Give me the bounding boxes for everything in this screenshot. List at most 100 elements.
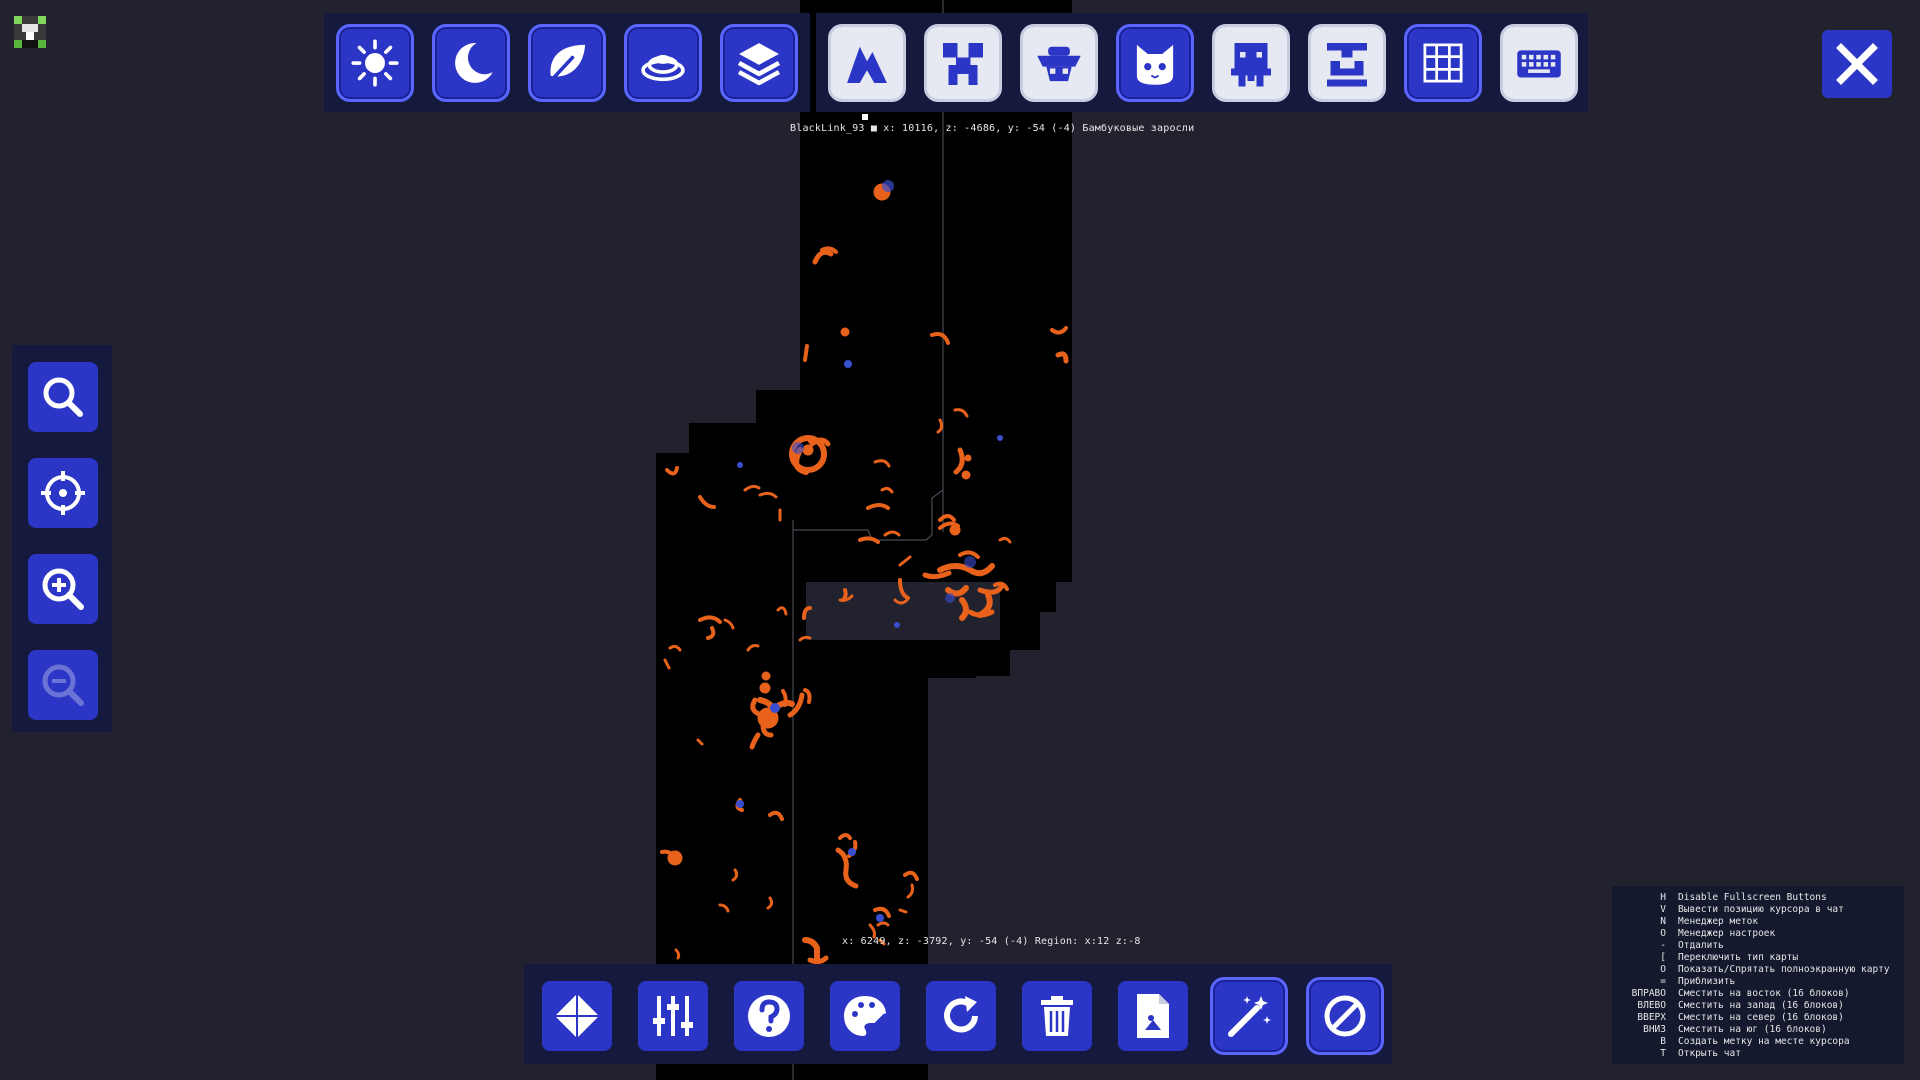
keybind-row: = Приблизить xyxy=(1616,976,1900,988)
zoom-in-button[interactable] xyxy=(28,554,98,624)
keybind-description: Disable Fullscreen Buttons xyxy=(1678,892,1827,903)
keybind-key: ВПРАВО xyxy=(1631,988,1666,999)
moon-icon xyxy=(455,43,493,83)
night-mode-button[interactable] xyxy=(432,24,510,102)
keybind-row: - Отдалить xyxy=(1616,940,1900,952)
keybind-description: Показать/Спрятать полноэкранную карту xyxy=(1678,964,1890,975)
close-button[interactable] xyxy=(1822,30,1892,98)
keybinds-button[interactable] xyxy=(1500,24,1578,102)
zoom-in-icon xyxy=(42,568,84,610)
keybind-legend: H Disable Fullscreen Buttons V Вывести пози… xyxy=(1612,886,1904,1064)
search-button[interactable] xyxy=(28,362,98,432)
sliders-icon xyxy=(653,996,693,1036)
passive-mobs-toggle-button[interactable] xyxy=(1020,24,1098,102)
layers-button[interactable] xyxy=(720,24,798,102)
hostile-mobs-toggle-button[interactable] xyxy=(924,24,1002,102)
keybind-key: V xyxy=(1660,904,1666,915)
keybind-key: B xyxy=(1660,1036,1666,1047)
pets-toggle-button[interactable] xyxy=(1116,24,1194,102)
keybind-description: Создать метку на месте курсора xyxy=(1678,1036,1850,1047)
auto-button[interactable] xyxy=(1210,977,1288,1055)
caves-toggle-button[interactable] xyxy=(828,24,906,102)
keybind-key: N xyxy=(1660,916,1666,927)
keybind-key: H xyxy=(1660,892,1666,903)
trash-icon xyxy=(1041,996,1073,1036)
keybind-row: ВЛЕВО Сместить на запад (16 блоков) xyxy=(1616,1000,1900,1012)
creeper-icon xyxy=(943,43,983,85)
keybind-description: Вывести позицию курсора в чат xyxy=(1678,904,1844,915)
export-icon xyxy=(1137,994,1169,1038)
grid-icon xyxy=(1423,43,1463,83)
biome-mode-button[interactable] xyxy=(528,24,606,102)
keybind-row: V Вывести позицию курсора в чат xyxy=(1616,904,1900,916)
zoom-out-icon xyxy=(42,664,84,706)
layers-icon xyxy=(737,43,781,86)
close-icon xyxy=(1836,43,1878,85)
disable-icon xyxy=(1324,995,1366,1037)
keybind-row: ВВЕРХ Сместить на север (16 блоков) xyxy=(1616,1012,1900,1024)
keybind-description: Сместить на север (16 блоков) xyxy=(1678,1012,1844,1023)
diamond-icon xyxy=(555,994,599,1038)
keybind-key: O xyxy=(1660,928,1666,939)
topography-icon xyxy=(641,54,685,82)
refresh-button[interactable] xyxy=(926,981,996,1051)
keybind-description: Переключить тип карты xyxy=(1678,952,1799,963)
waypoints-button[interactable] xyxy=(542,981,612,1051)
keybind-row: O Показать/Спрятать полноэкранную карту xyxy=(1616,964,1900,976)
villagers-toggle-button[interactable] xyxy=(1212,24,1290,102)
keybind-key: - xyxy=(1660,940,1666,951)
center-on-player-button[interactable] xyxy=(28,458,98,528)
crosshair-icon xyxy=(41,471,85,515)
keybind-description: Сместить на запад (16 блоков) xyxy=(1678,1000,1844,1011)
zoom-out-button[interactable] xyxy=(28,650,98,720)
keybind-row: O Менеджер настроек xyxy=(1616,928,1900,940)
keybind-row: H Disable Fullscreen Buttons xyxy=(1616,892,1900,904)
help-icon xyxy=(748,995,790,1037)
keybind-key: O xyxy=(1660,964,1666,975)
keybind-key: ВВЕРХ xyxy=(1637,1012,1666,1023)
cursor-position-label: x: 6249, z: -3792, y: -54 (-4) Region: x… xyxy=(842,936,1141,947)
topography-mode-button[interactable] xyxy=(624,24,702,102)
keybind-key: ВНИЗ xyxy=(1643,1024,1666,1035)
keybind-description: Отдалить xyxy=(1678,940,1724,951)
keybind-description: Приблизить xyxy=(1678,976,1736,987)
villager-icon xyxy=(1231,43,1271,87)
players-toggle-button[interactable] xyxy=(1308,24,1386,102)
disable-button[interactable] xyxy=(1306,977,1384,1055)
keybind-row: [ Переключить тип карты xyxy=(1616,952,1900,964)
player-head-icon xyxy=(14,16,46,48)
sheep-icon xyxy=(1037,46,1081,82)
keybind-row: N Менеджер меток xyxy=(1616,916,1900,928)
keybind-description: Сместить на юг (16 блоков) xyxy=(1678,1024,1827,1035)
settings-button[interactable] xyxy=(638,981,708,1051)
keybind-row: ВНИЗ Сместить на юг (16 блоков) xyxy=(1616,1024,1900,1036)
grid-toggle-button[interactable] xyxy=(1404,24,1482,102)
leaf-icon xyxy=(547,44,586,85)
day-mode-button[interactable] xyxy=(336,24,414,102)
player-marker xyxy=(862,114,868,120)
keybind-row: T Открыть чат xyxy=(1616,1048,1900,1060)
caves-icon xyxy=(847,46,887,83)
magic-wand-icon xyxy=(1228,996,1271,1037)
refresh-icon xyxy=(944,996,978,1033)
keybind-key: = xyxy=(1660,976,1666,987)
cat-icon xyxy=(1136,44,1174,85)
theme-button[interactable] xyxy=(830,981,900,1051)
keybind-key: ВЛЕВО xyxy=(1637,1000,1666,1011)
player-icon xyxy=(1327,43,1367,87)
search-icon xyxy=(43,377,83,417)
keybind-description: Сместить на восток (16 блоков) xyxy=(1678,988,1850,999)
keybind-description: Менеджер настроек xyxy=(1678,928,1776,939)
player-position-label: BlackLink_93 ■ x: 10116, z: -4686, y: -5… xyxy=(790,123,1195,134)
palette-icon xyxy=(844,996,888,1036)
keybind-description: Открыть чат xyxy=(1678,1048,1741,1059)
keybind-row: ВПРАВО Сместить на восток (16 блоков) xyxy=(1616,988,1900,1000)
keyboard-icon xyxy=(1517,50,1561,78)
keybind-key: [ xyxy=(1660,952,1666,963)
export-button[interactable] xyxy=(1118,981,1188,1051)
keybind-description: Менеджер меток xyxy=(1678,916,1759,927)
delete-button[interactable] xyxy=(1022,981,1092,1051)
keybind-row: B Создать метку на месте курсора xyxy=(1616,1036,1900,1048)
help-button[interactable] xyxy=(734,981,804,1051)
sun-icon xyxy=(351,39,399,87)
